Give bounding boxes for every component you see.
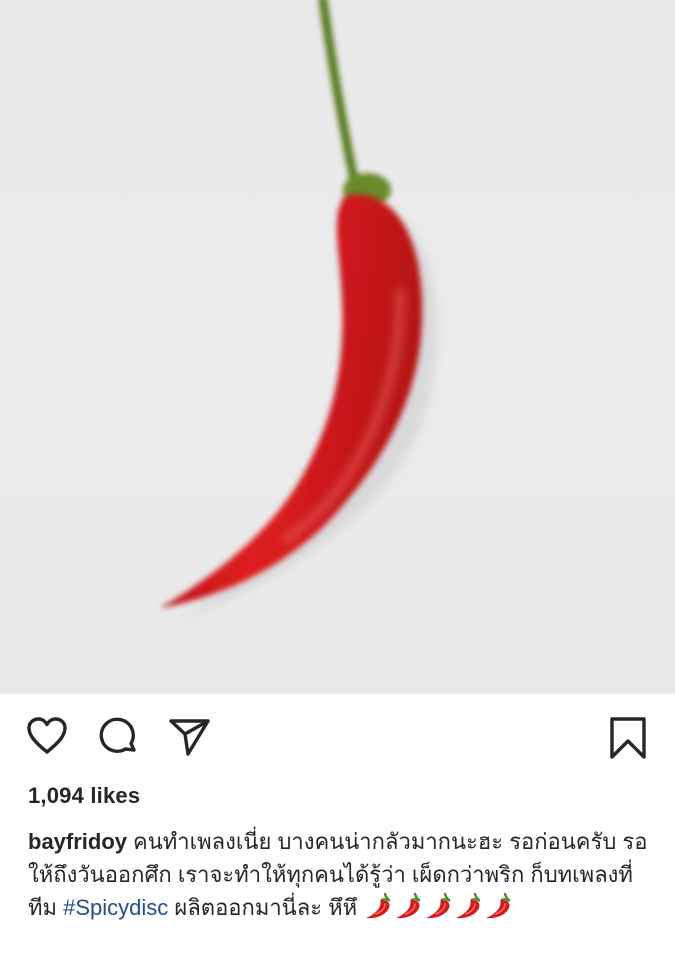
hot-pepper-icon bbox=[456, 892, 481, 919]
hot-pepper-icon bbox=[366, 892, 391, 919]
chili-emoji-group bbox=[363, 892, 513, 920]
like-heart-icon[interactable] bbox=[26, 716, 68, 761]
hot-pepper-icon bbox=[486, 892, 511, 919]
action-bar bbox=[0, 694, 675, 782]
hot-pepper-icon bbox=[396, 892, 421, 919]
likes-count[interactable]: 1,094 likes bbox=[28, 783, 140, 809]
caption-text-after-hashtag: ผลิตออกมานี่ละ หึหึ bbox=[174, 895, 358, 920]
hot-pepper-icon bbox=[426, 892, 451, 919]
chili-pepper-image bbox=[160, 0, 438, 621]
share-icon[interactable] bbox=[168, 716, 212, 763]
post-photo[interactable] bbox=[0, 0, 675, 694]
comment-icon[interactable] bbox=[98, 716, 140, 763]
caption-username[interactable]: bayfridoy bbox=[28, 829, 127, 854]
caption-hashtag[interactable]: #Spicydisc bbox=[63, 895, 168, 920]
post-caption: bayfridoy คนทำเพลงเนี่ย บางคนน่ากลัวมากนะ… bbox=[28, 825, 648, 924]
bookmark-icon[interactable] bbox=[608, 716, 648, 765]
